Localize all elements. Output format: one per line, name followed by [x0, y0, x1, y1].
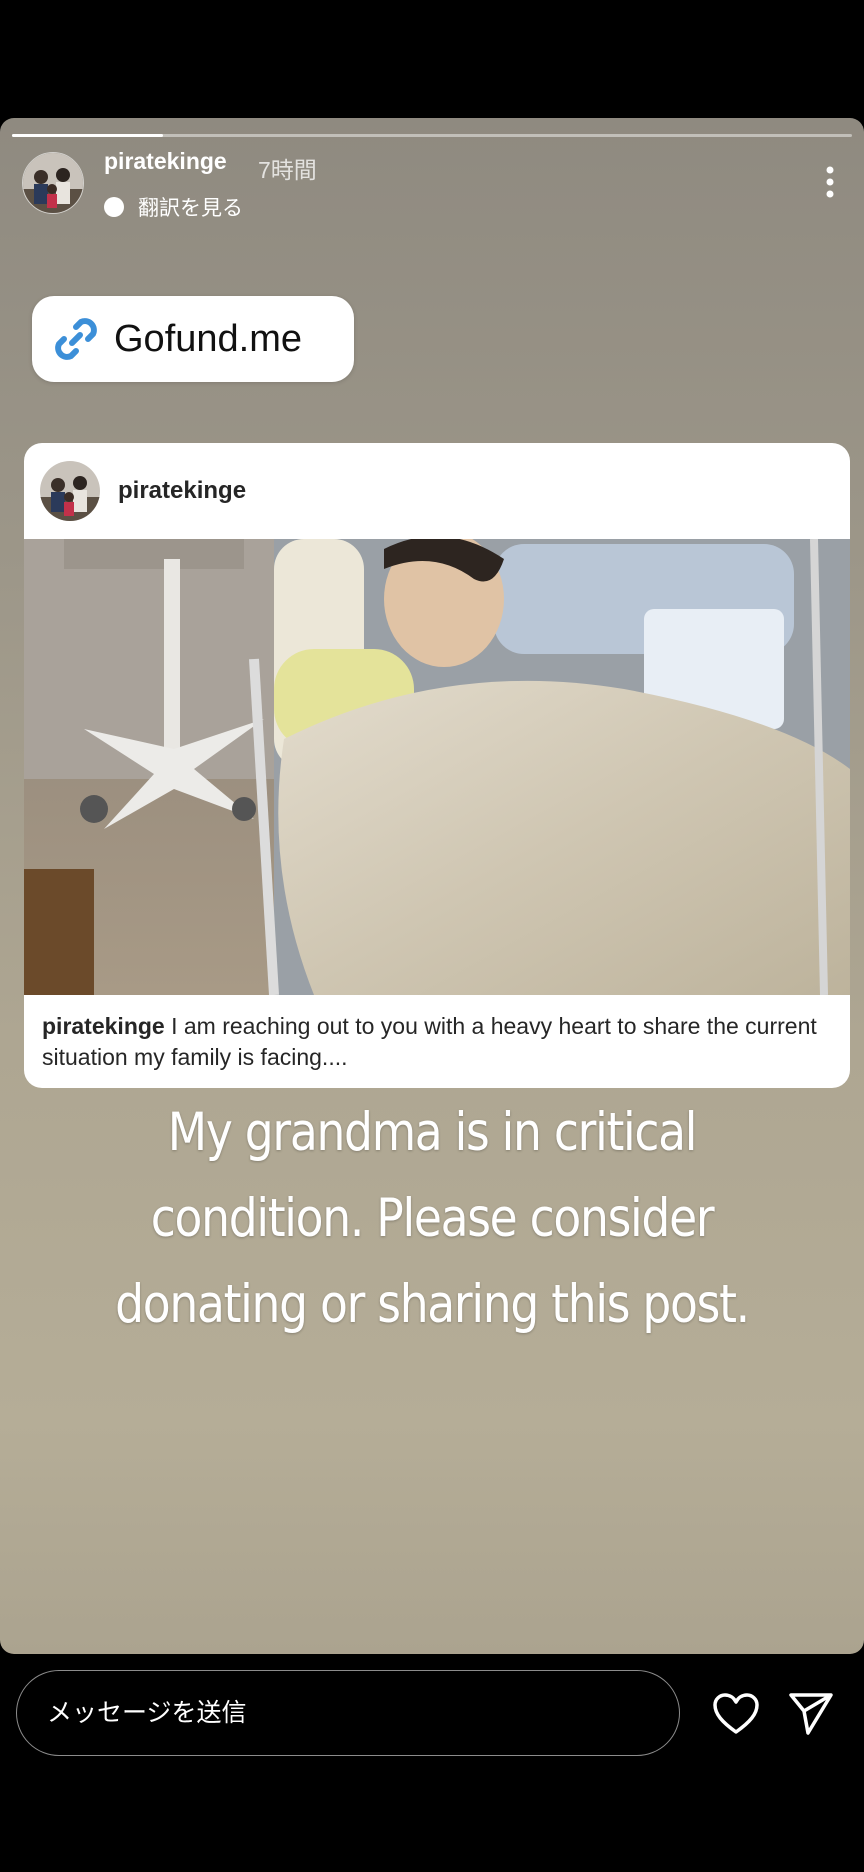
story-progress-track	[12, 134, 852, 137]
link-icon	[55, 318, 97, 360]
shared-post-header: piratekinge	[24, 443, 850, 539]
hospital-bed-photo	[24, 539, 850, 995]
translate-button[interactable]: 翻訳を見る	[104, 192, 243, 222]
story-reply-bar	[0, 1654, 864, 1872]
caption-username[interactable]: piratekinge	[42, 1013, 165, 1039]
link-sticker[interactable]: Gofund.me	[32, 296, 354, 382]
story-overlay-text: My grandma is in critical condition. Ple…	[115, 1102, 750, 1335]
link-sticker-label: Gofund.me	[114, 317, 302, 360]
more-vertical-icon[interactable]	[826, 166, 834, 198]
avatar[interactable]	[22, 152, 84, 214]
shared-post-card[interactable]: piratekinge piratekinge I am reaching ou…	[24, 443, 850, 1088]
translate-icon	[104, 197, 124, 217]
story-timestamp: 7時間	[258, 157, 317, 183]
heart-icon[interactable]	[712, 1692, 760, 1736]
story-username[interactable]: piratekinge	[104, 148, 227, 175]
shared-post-username[interactable]: piratekinge	[118, 477, 246, 505]
send-icon[interactable]	[788, 1690, 834, 1736]
story-progress-fill	[12, 134, 164, 137]
message-input[interactable]	[16, 1670, 680, 1756]
shared-post-caption: piratekinge I am reaching out to you wit…	[24, 995, 850, 1073]
avatar[interactable]	[40, 461, 100, 521]
translate-label: 翻訳を見る	[138, 197, 243, 220]
story-frame[interactable]: piratekinge 7時間 翻訳を見る Gofund.me pirateki…	[0, 118, 864, 1654]
